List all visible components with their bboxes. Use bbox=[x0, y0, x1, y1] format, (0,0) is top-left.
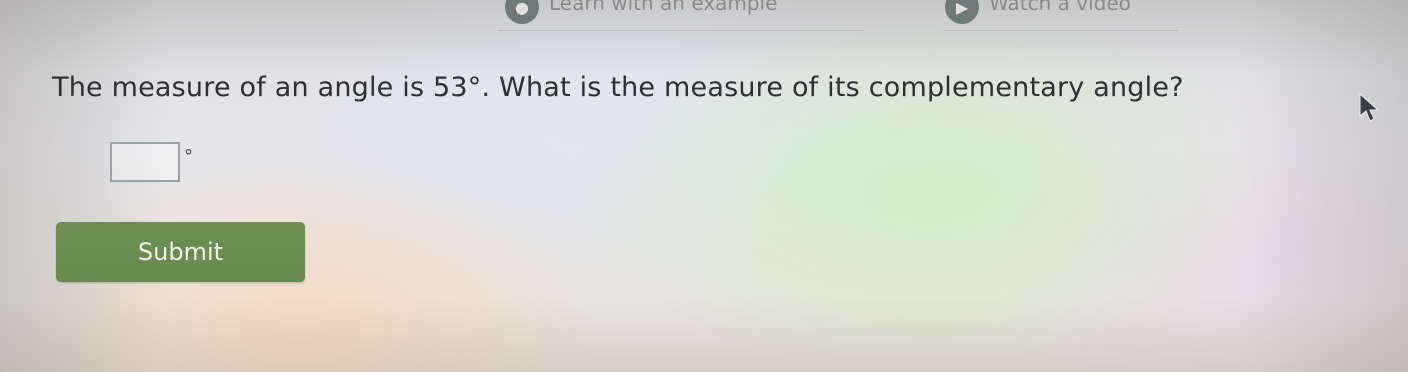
lightbulb-icon: ● bbox=[505, 0, 539, 24]
answer-row: ° bbox=[110, 142, 193, 182]
play-icon: ▶ bbox=[945, 0, 979, 24]
watch-video-link[interactable]: ▶ Watch a video bbox=[945, 0, 1131, 24]
learn-with-example-label: Learn with an example bbox=[549, 0, 778, 15]
divider bbox=[943, 30, 1178, 31]
learn-with-example-link[interactable]: ● Learn with an example bbox=[505, 0, 777, 24]
degree-unit: ° bbox=[184, 146, 193, 167]
mouse-pointer-icon bbox=[1359, 92, 1380, 122]
question-text: The measure of an angle is 53°. What is … bbox=[52, 72, 1184, 103]
background-vignette bbox=[0, 0, 1408, 372]
help-links-bar: ● Learn with an example ▶ Watch a video bbox=[0, 0, 1408, 30]
answer-input[interactable] bbox=[110, 142, 180, 182]
submit-button[interactable]: Submit bbox=[56, 222, 305, 282]
watch-video-label: Watch a video bbox=[989, 0, 1131, 15]
divider bbox=[498, 30, 863, 31]
